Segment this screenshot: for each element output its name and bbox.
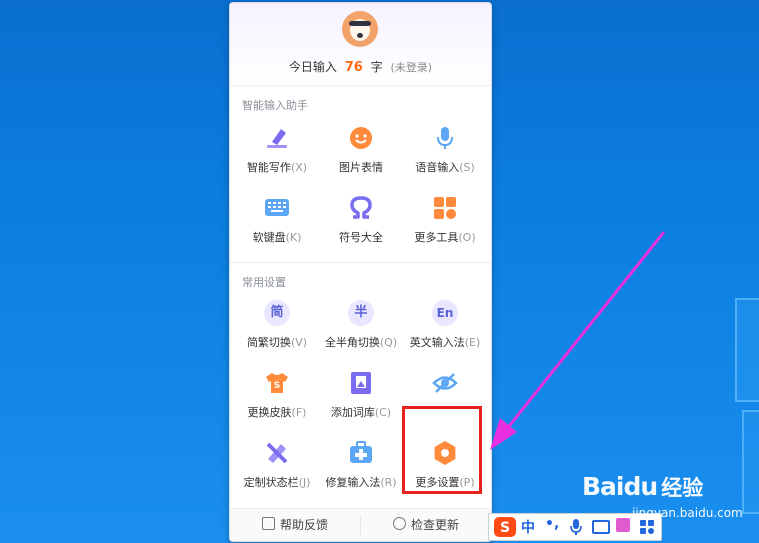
watermark-cn: 经验 <box>661 476 704 500</box>
watermark-url: jingyan.baidu.com <box>632 506 743 520</box>
microphone-icon[interactable] <box>569 518 583 536</box>
tshirt-icon[interactable] <box>616 518 630 532</box>
watermark-brand: Baidu <box>582 472 658 501</box>
annotation-arrow <box>490 231 666 450</box>
punctuation-toggle[interactable]: •, <box>545 516 559 532</box>
keyboard-icon[interactable] <box>592 520 610 534</box>
chinese-mode-toggle[interactable]: 中 <box>521 517 535 537</box>
sogou-s-icon[interactable]: S <box>493 516 517 538</box>
svg-text:S: S <box>500 520 510 536</box>
baidu-jingyan-watermark: Baidu 经验 jingyan.baidu.com <box>582 472 743 520</box>
grid-icon[interactable] <box>639 519 655 535</box>
